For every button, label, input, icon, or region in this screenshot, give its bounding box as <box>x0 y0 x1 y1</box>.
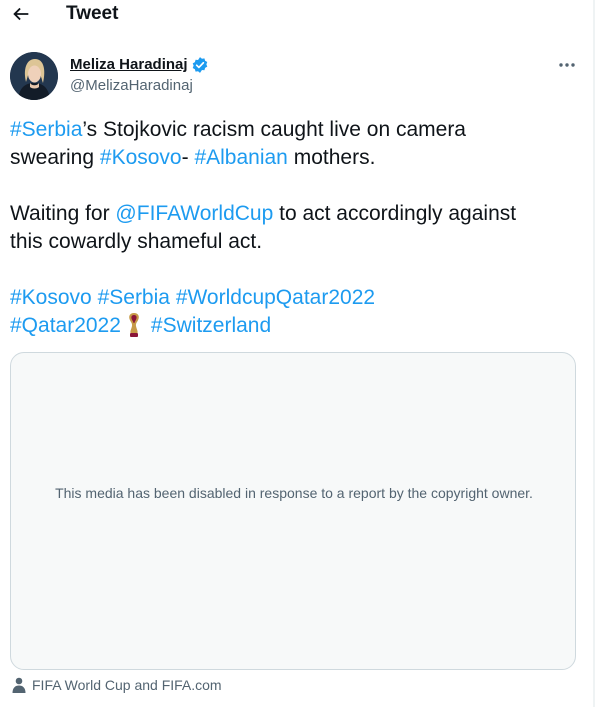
hashtag-qatar2022[interactable]: #Qatar2022 <box>10 314 121 337</box>
hashtag-worldcupqatar2022[interactable]: #WorldcupQatar2022 <box>176 286 375 309</box>
back-button[interactable] <box>10 3 32 25</box>
arrow-left-icon <box>13 7 29 21</box>
tweet-line: #Kosovo #Serbia #WorldcupQatar2022 <box>10 284 580 312</box>
hashtag-switzerland[interactable]: #Switzerland <box>151 314 271 337</box>
media-disabled-notice: This media has been disabled in response… <box>55 485 533 501</box>
tweet-body: #Serbia’s Stojkovic racism caught live o… <box>10 116 580 340</box>
tweet-line: Waiting for @FIFAWorldCup to act accordi… <box>10 200 580 228</box>
tweet-text-fragment: ’s Stojkovic racism caught live on camer… <box>82 118 466 141</box>
hashtag-kosovo[interactable]: #Kosovo <box>10 286 92 309</box>
hashtag-kosovo[interactable]: #Kosovo <box>100 146 182 169</box>
tweet-line: swearing #Kosovo- #Albanian mothers. <box>10 144 580 172</box>
hashtag-serbia[interactable]: #Serbia <box>98 286 170 309</box>
tweet-text-fragment: this cowardly shameful act. <box>10 230 263 253</box>
media-credit-text[interactable]: FIFA World Cup and FIFA.com <box>32 676 222 694</box>
tweet-line: #Serbia’s Stojkovic racism caught live o… <box>10 116 580 144</box>
more-dots-icon <box>559 63 575 67</box>
tweet-line: this cowardly shameful act. <box>10 228 580 256</box>
author-name[interactable]: Meliza Haradinaj <box>70 56 188 74</box>
hashtag-serbia[interactable]: #Serbia <box>10 118 82 141</box>
person-icon <box>12 677 26 693</box>
mention-fifaworldcup[interactable]: @FIFAWorldCup <box>115 202 273 225</box>
tweet-text-fragment: Waiting for <box>10 202 116 225</box>
tweet-line: #Qatar2022 #Switzerland <box>10 312 580 340</box>
tweet-text-fragment: swearing <box>10 146 100 169</box>
media-card[interactable]: This media has been disabled in response… <box>10 352 576 670</box>
page-title: Tweet <box>66 3 119 24</box>
more-options-button[interactable] <box>556 56 578 74</box>
verified-badge-icon <box>191 56 209 74</box>
tweet-text-fragment: - <box>181 146 195 169</box>
tweet-text-fragment: mothers. <box>287 146 376 169</box>
author-handle[interactable]: @MelizaHaradinaj <box>70 77 193 95</box>
tweet-text-fragment: to act accordingly against <box>273 202 517 225</box>
hashtag-albanian[interactable]: #Albanian <box>194 146 287 169</box>
world-cup-trophy-icon <box>126 312 142 338</box>
avatar[interactable] <box>10 52 58 100</box>
avatar-image <box>10 52 58 100</box>
tweet-header: Tweet <box>0 0 593 30</box>
media-credit[interactable]: FIFA World Cup and FIFA.com <box>12 675 222 695</box>
